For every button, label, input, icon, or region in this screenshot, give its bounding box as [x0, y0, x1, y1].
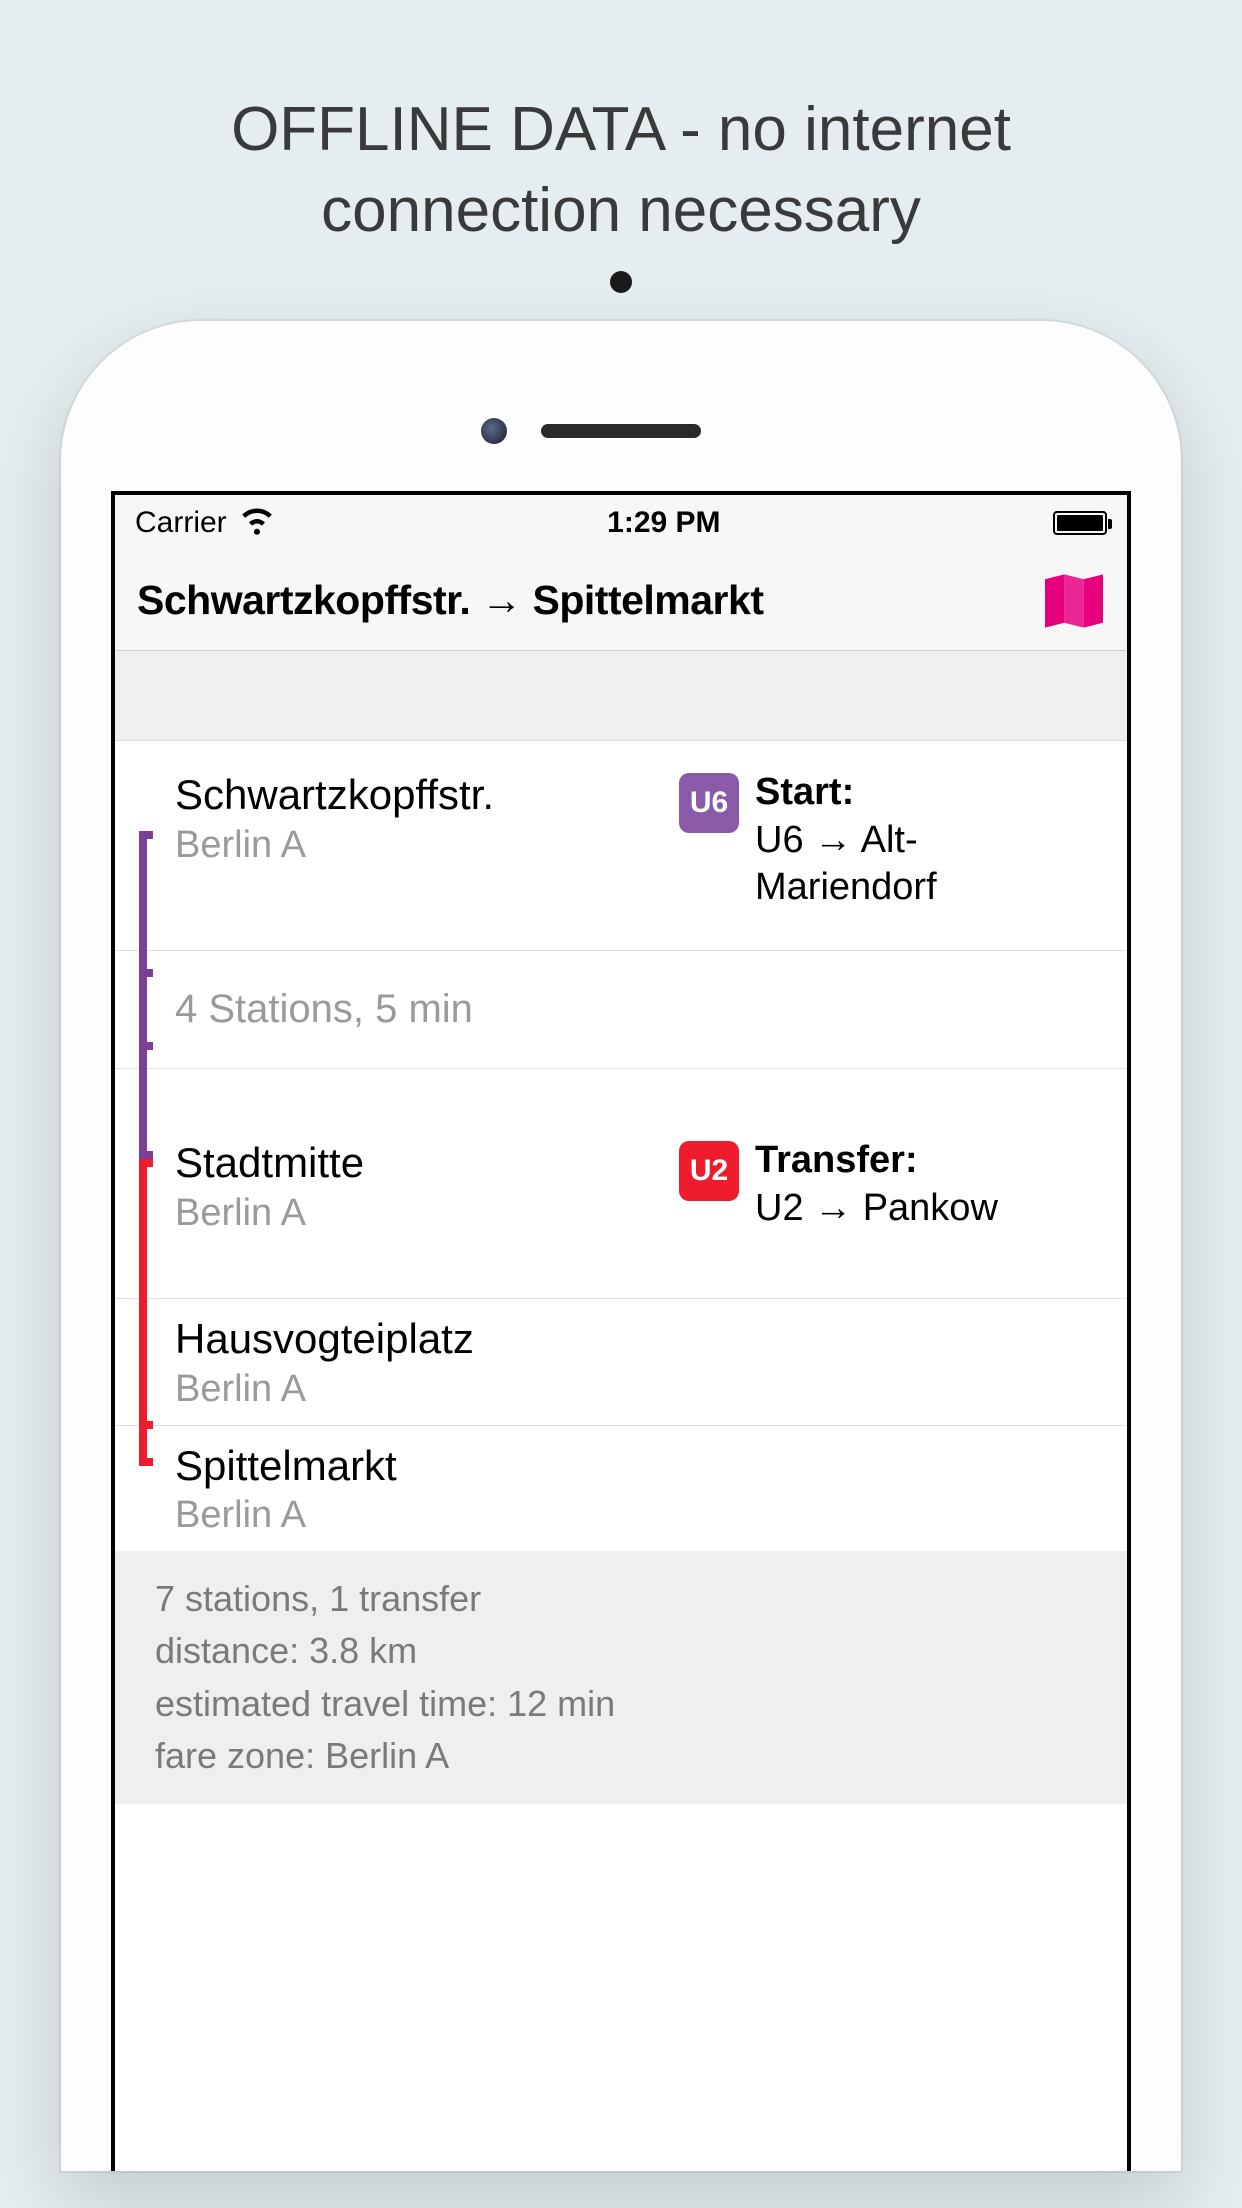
action-text: Transfer: U2 → Pankow — [755, 1137, 998, 1232]
summary-stations: 7 stations, 1 transfer — [155, 1573, 1087, 1625]
line-badge-u2: U2 — [679, 1141, 739, 1201]
route-list: Schwartzkopffstr. Berlin A U6 Start: U6 … — [115, 741, 1127, 1551]
line-bracket-segment — [139, 947, 153, 1072]
carrier-label: Carrier — [135, 506, 227, 540]
promo-headline: OFFLINE DATA - no internet connection ne… — [0, 0, 1242, 291]
summary-fare-zone: fare zone: Berlin A — [155, 1730, 1087, 1782]
station-name: Stadtmitte — [175, 1137, 659, 1190]
empty-header-strip — [115, 651, 1127, 741]
promo-line-1: OFFLINE DATA - no internet — [231, 95, 1011, 164]
station-zone: Berlin A — [175, 1192, 659, 1235]
line-bracket-end-u6 — [139, 1065, 153, 1159]
action-text: Start: U6 → Alt-Mariendorf — [755, 769, 1099, 912]
phone-speaker — [541, 424, 701, 438]
line-bracket-start — [139, 831, 153, 954]
promo-line-2: connection necessary — [321, 176, 921, 245]
status-time: 1:29 PM — [607, 506, 720, 540]
segment-info[interactable]: 4 Stations, 5 min — [115, 951, 1127, 1069]
route-title: Schwartzkopffstr. → Spittelmarkt — [137, 577, 1039, 624]
battery-icon — [1053, 511, 1107, 535]
station-name: Schwartzkopffstr. — [175, 769, 659, 822]
phone-camera — [481, 418, 507, 444]
bracket-notch-bottom — [139, 1042, 153, 1050]
phone-top-hardware — [111, 371, 1131, 491]
route-step-start[interactable]: Schwartzkopffstr. Berlin A U6 Start: U6 … — [115, 741, 1127, 951]
phone-frame: Carrier 1:29 PM Schwartzkopffstr. → Spit… — [61, 321, 1181, 2171]
route-summary: 7 stations, 1 transfer distance: 3.8 km … — [115, 1551, 1127, 1804]
line-bracket-start-u2 — [139, 1159, 153, 1302]
navigation-bar: Schwartzkopffstr. → Spittelmarkt — [115, 551, 1127, 651]
station-name: Hausvogteiplatz — [175, 1313, 1099, 1366]
line-badge-u6: U6 — [679, 773, 739, 833]
phone-screen: Carrier 1:29 PM Schwartzkopffstr. → Spit… — [111, 491, 1131, 2171]
route-step-transfer[interactable]: Stadtmitte Berlin A U2 Transfer: U2 → Pa… — [115, 1069, 1127, 1299]
station-zone: Berlin A — [175, 1368, 1099, 1411]
route-stop-destination[interactable]: Spittelmarkt Berlin A — [115, 1426, 1127, 1552]
wifi-icon — [239, 501, 275, 545]
map-button[interactable] — [1039, 566, 1109, 636]
action-label: Start: — [755, 771, 854, 813]
segment-text: 4 Stations, 5 min — [175, 987, 473, 1031]
line-bracket-u2 — [139, 1295, 153, 1429]
station-zone: Berlin A — [175, 824, 659, 867]
station-name: Spittelmarkt — [175, 1440, 1099, 1493]
station-zone: Berlin A — [175, 1494, 1099, 1537]
action-direction: U2 → Pankow — [755, 1187, 998, 1229]
summary-distance: distance: 3.8 km — [155, 1625, 1087, 1677]
summary-time: estimated travel time: 12 min — [155, 1678, 1087, 1730]
map-icon — [1045, 574, 1103, 628]
route-stop[interactable]: Hausvogteiplatz Berlin A — [115, 1299, 1127, 1426]
action-direction: U6 → Alt-Mariendorf — [755, 819, 937, 909]
phone-sensor — [610, 271, 632, 293]
action-label: Transfer: — [755, 1139, 918, 1181]
status-bar: Carrier 1:29 PM — [115, 495, 1127, 551]
line-bracket-end-u2 — [139, 1422, 153, 1466]
bracket-notch-top — [139, 969, 153, 977]
